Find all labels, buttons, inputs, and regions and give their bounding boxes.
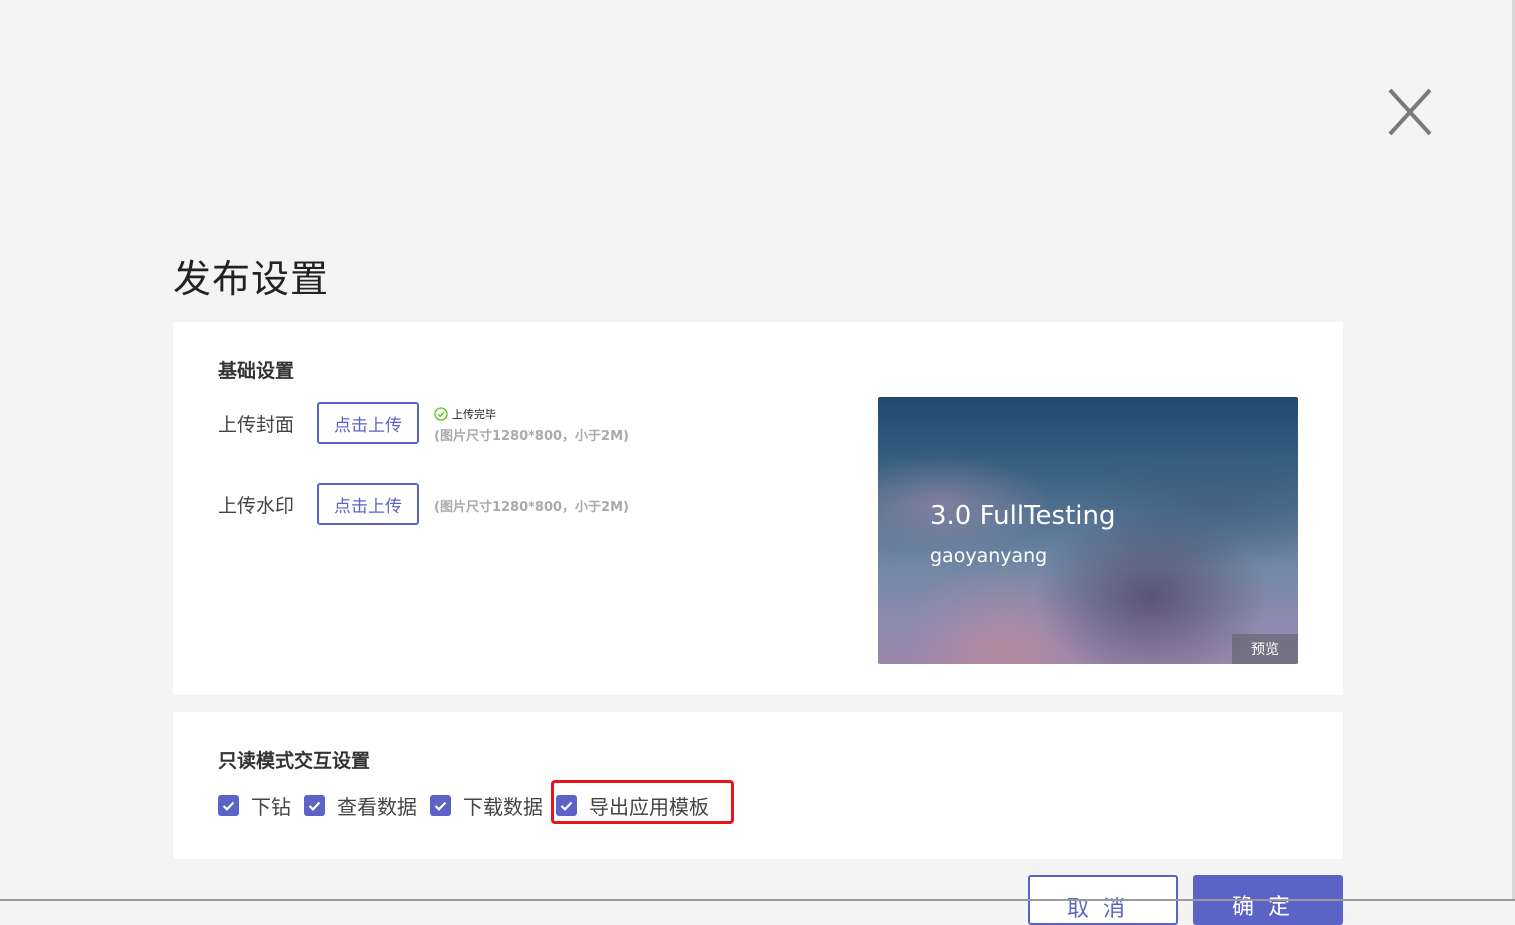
checkbox-checked-icon [218,795,239,816]
highlight-annotation [551,780,734,824]
check-circle-icon [434,407,448,421]
cover-upload-status-text: 上传完毕 [452,408,496,421]
cover-upload-status: 上传完毕 [434,406,496,422]
cover-upload-button[interactable]: 点击上传 [317,402,419,444]
checkbox-view-data[interactable]: 查看数据 [304,791,417,820]
checkbox-download-data[interactable]: 下载数据 [430,791,543,820]
close-icon [1388,88,1432,136]
preview-title: 3.0 FullTesting [930,501,1116,531]
watermark-upload-hint: (图片尺寸1280*800，小于2M) [434,500,629,515]
checkbox-label: 下载数据 [463,795,543,819]
cover-upload-hint: (图片尺寸1280*800，小于2M) [434,429,629,444]
readonly-settings-title: 只读模式交互设置 [218,750,371,772]
checkbox-checked-icon [304,795,325,816]
checkbox-checked-icon [430,795,451,816]
cover-preview-card: 3.0 FullTesting gaoyanyang 预览 [878,397,1298,664]
checkbox-drilldown[interactable]: 下钻 [218,791,291,820]
preview-button[interactable]: 预览 [1232,634,1298,664]
watermark-upload-label: 上传水印 [218,495,295,517]
watermark-upload-button[interactable]: 点击上传 [317,483,419,525]
page-title: 发布设置 [173,257,330,301]
cover-upload-label: 上传封面 [218,414,295,436]
checkbox-label: 下钻 [251,795,291,819]
readonly-settings-panel: 只读模式交互设置 下钻 查看数据 下载数据 导出应用模板 [173,712,1343,859]
preview-subtitle: gaoyanyang [930,545,1048,567]
close-button[interactable] [1385,86,1435,138]
basic-settings-panel: 基础设置 上传封面 点击上传 上传完毕 (图片尺寸1280*800，小于2M) … [173,322,1343,695]
checkbox-label: 查看数据 [337,795,417,819]
basic-settings-title: 基础设置 [218,360,295,382]
